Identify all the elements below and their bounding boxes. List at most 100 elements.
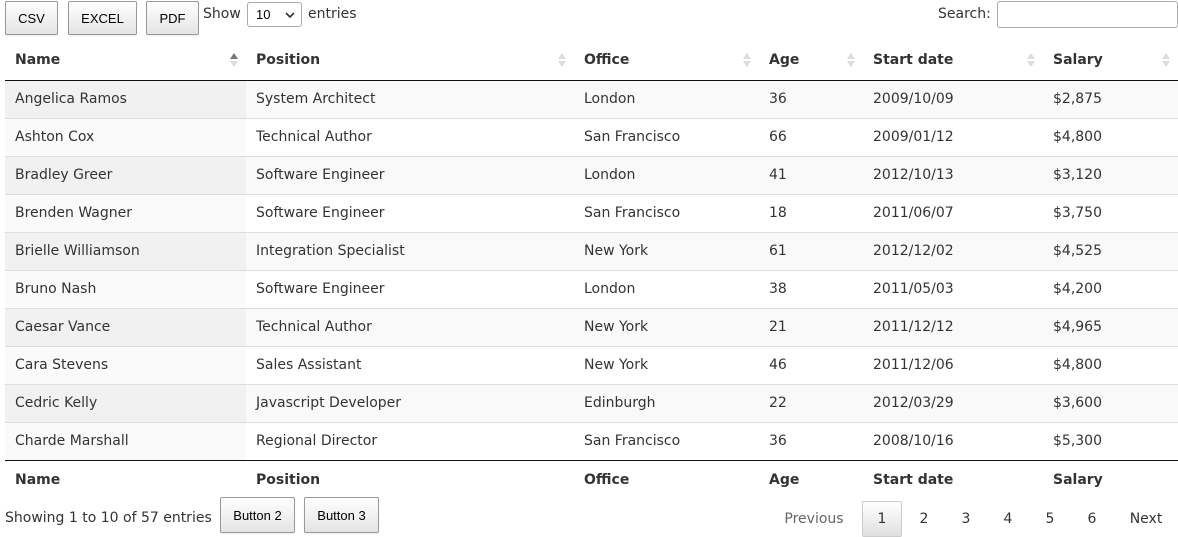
- footer-header-name: Name: [5, 459, 246, 500]
- button-2[interactable]: Button 2: [220, 497, 295, 533]
- pagination-page-1[interactable]: 1: [862, 501, 902, 537]
- cell-office: London: [574, 80, 759, 118]
- cell-position: Technical Author: [246, 117, 574, 156]
- pagination-previous[interactable]: Previous: [773, 501, 855, 537]
- cell-office: Edinburgh: [574, 383, 759, 422]
- sort-both-icon: [558, 52, 566, 68]
- cell-age: 38: [759, 269, 863, 308]
- column-header-age[interactable]: Age: [759, 40, 863, 81]
- entries-per-page-select[interactable]: 10: [247, 2, 302, 27]
- search-input[interactable]: [997, 1, 1178, 28]
- sort-both-icon: [1027, 52, 1035, 68]
- cell-salary: $4,800: [1043, 117, 1178, 156]
- chevron-down-icon: [285, 12, 295, 19]
- length-label-suffix: entries: [308, 6, 357, 22]
- column-header-position[interactable]: Position: [246, 40, 574, 81]
- column-header-salary[interactable]: Salary: [1043, 40, 1178, 81]
- column-header-name[interactable]: Name: [5, 40, 246, 81]
- footer-header-position: Position: [246, 459, 574, 500]
- cell-age: 41: [759, 155, 863, 194]
- cell-position: Technical Author: [246, 307, 574, 346]
- pagination-page-4[interactable]: 4: [988, 501, 1028, 537]
- table-row: Charde Marshall Regional Director San Fr…: [5, 421, 1178, 460]
- data-table: Name Position Office Age Start date Sala…: [5, 40, 1178, 500]
- cell-salary: $4,525: [1043, 231, 1178, 270]
- cell-name: Charde Marshall: [5, 421, 246, 460]
- footer-header-office: Office: [574, 459, 759, 500]
- table-row: Brielle Williamson Integration Specialis…: [5, 231, 1178, 270]
- cell-name: Bruno Nash: [5, 269, 246, 308]
- cell-salary: $4,965: [1043, 307, 1178, 346]
- cell-name: Cara Stevens: [5, 345, 246, 384]
- sort-both-icon: [847, 52, 855, 68]
- cell-start-date: 2008/10/16: [863, 421, 1043, 460]
- footer-header-start-date: Start date: [863, 459, 1043, 500]
- table-row: Caesar Vance Technical Author New York 2…: [5, 307, 1178, 346]
- cell-salary: $4,800: [1043, 345, 1178, 384]
- cell-age: 36: [759, 80, 863, 118]
- header-row: Name Position Office Age Start date Sala…: [5, 40, 1178, 81]
- search-label: Search:: [938, 6, 991, 22]
- cell-position: Software Engineer: [246, 155, 574, 194]
- column-header-label: Name: [15, 51, 61, 68]
- cell-start-date: 2012/12/02: [863, 231, 1043, 270]
- pdf-button[interactable]: PDF: [146, 1, 199, 35]
- cell-name: Angelica Ramos: [5, 80, 246, 118]
- cell-age: 18: [759, 193, 863, 232]
- cell-age: 36: [759, 421, 863, 460]
- cell-start-date: 2011/06/07: [863, 193, 1043, 232]
- sort-both-icon: [1162, 52, 1170, 68]
- button-3[interactable]: Button 3: [304, 497, 379, 533]
- table-row: Angelica Ramos System Architect London 3…: [5, 80, 1178, 118]
- cell-office: San Francisco: [574, 117, 759, 156]
- pagination-page-3[interactable]: 3: [946, 501, 986, 537]
- table-row: Cara Stevens Sales Assistant New York 46…: [5, 345, 1178, 384]
- cell-name: Bradley Greer: [5, 155, 246, 194]
- excel-button[interactable]: EXCEL: [68, 1, 137, 35]
- cell-start-date: 2011/05/03: [863, 269, 1043, 308]
- pagination-page-2[interactable]: 2: [904, 501, 944, 537]
- pagination-next[interactable]: Next: [1116, 501, 1176, 537]
- cell-salary: $3,750: [1043, 193, 1178, 232]
- table-row: Bradley Greer Software Engineer London 4…: [5, 155, 1178, 194]
- cell-office: London: [574, 269, 759, 308]
- column-header-office[interactable]: Office: [574, 40, 759, 81]
- cell-position: Integration Specialist: [246, 231, 574, 270]
- cell-start-date: 2011/12/12: [863, 307, 1043, 346]
- cell-position: Sales Assistant: [246, 345, 574, 384]
- cell-office: London: [574, 155, 759, 194]
- pagination-page-5[interactable]: 5: [1030, 501, 1070, 537]
- column-header-label: Office: [584, 51, 630, 68]
- cell-salary: $4,200: [1043, 269, 1178, 308]
- column-header-start-date[interactable]: Start date: [863, 40, 1043, 81]
- pagination-page-6[interactable]: 6: [1072, 501, 1112, 537]
- sort-both-icon: [743, 52, 751, 68]
- cell-name: Ashton Cox: [5, 117, 246, 156]
- csv-button[interactable]: CSV: [5, 1, 58, 35]
- entries-per-page-value: 10: [256, 7, 271, 22]
- footer-header-salary: Salary: [1043, 459, 1178, 500]
- cell-salary: $2,875: [1043, 80, 1178, 118]
- cell-office: San Francisco: [574, 421, 759, 460]
- cell-salary: $3,120: [1043, 155, 1178, 194]
- footer-header-age: Age: [759, 459, 863, 500]
- cell-position: Software Engineer: [246, 269, 574, 308]
- cell-age: 61: [759, 231, 863, 270]
- cell-position: Javascript Developer: [246, 383, 574, 422]
- column-header-label: Age: [769, 51, 800, 68]
- cell-start-date: 2012/10/13: [863, 155, 1043, 194]
- cell-office: New York: [574, 307, 759, 346]
- cell-start-date: 2009/10/09: [863, 80, 1043, 118]
- column-header-label: Position: [256, 51, 321, 68]
- cell-office: San Francisco: [574, 193, 759, 232]
- column-header-label: Salary: [1053, 51, 1103, 68]
- cell-position: System Architect: [246, 80, 574, 118]
- cell-start-date: 2009/01/12: [863, 117, 1043, 156]
- cell-age: 66: [759, 117, 863, 156]
- cell-name: Brielle Williamson: [5, 231, 246, 270]
- cell-position: Software Engineer: [246, 193, 574, 232]
- cell-name: Cedric Kelly: [5, 383, 246, 422]
- table-row: Bruno Nash Software Engineer London 38 2…: [5, 269, 1178, 308]
- cell-start-date: 2012/03/29: [863, 383, 1043, 422]
- cell-salary: $3,600: [1043, 383, 1178, 422]
